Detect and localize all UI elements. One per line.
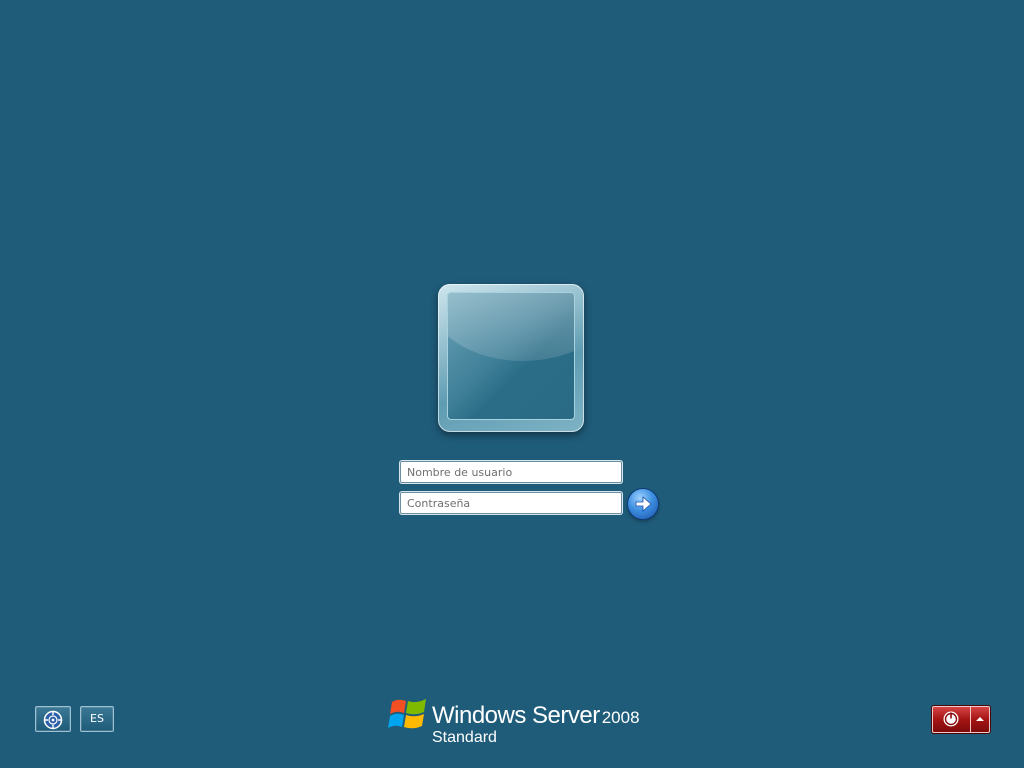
logo-year: 2008 bbox=[601, 708, 640, 727]
windows-server-logo: Windows Server 2008 Standard bbox=[388, 692, 648, 752]
password-input[interactable] bbox=[400, 492, 622, 514]
logon-screen: ES Windows Server2008 Standard bbox=[0, 0, 1024, 768]
user-tile bbox=[438, 284, 584, 432]
shutdown-options-button[interactable] bbox=[971, 707, 989, 732]
logo-text: Windows Server 2008 bbox=[432, 702, 640, 730]
submit-button[interactable] bbox=[628, 489, 658, 519]
logo-brand: Windows Server bbox=[432, 702, 600, 729]
ease-of-access-button[interactable] bbox=[35, 706, 71, 732]
ease-of-access-icon bbox=[43, 710, 63, 730]
username-input[interactable] bbox=[400, 461, 622, 483]
logo-edition: Standard bbox=[432, 729, 497, 746]
chevron-up-icon bbox=[976, 717, 984, 721]
power-icon bbox=[943, 711, 959, 727]
language-button[interactable]: ES bbox=[80, 706, 114, 732]
user-picture-gloss bbox=[448, 293, 574, 361]
windows-flag-icon bbox=[388, 699, 426, 729]
user-picture bbox=[447, 292, 575, 420]
arrow-right-icon bbox=[635, 496, 652, 512]
shutdown-button[interactable] bbox=[933, 707, 971, 732]
shutdown-group bbox=[932, 706, 990, 733]
